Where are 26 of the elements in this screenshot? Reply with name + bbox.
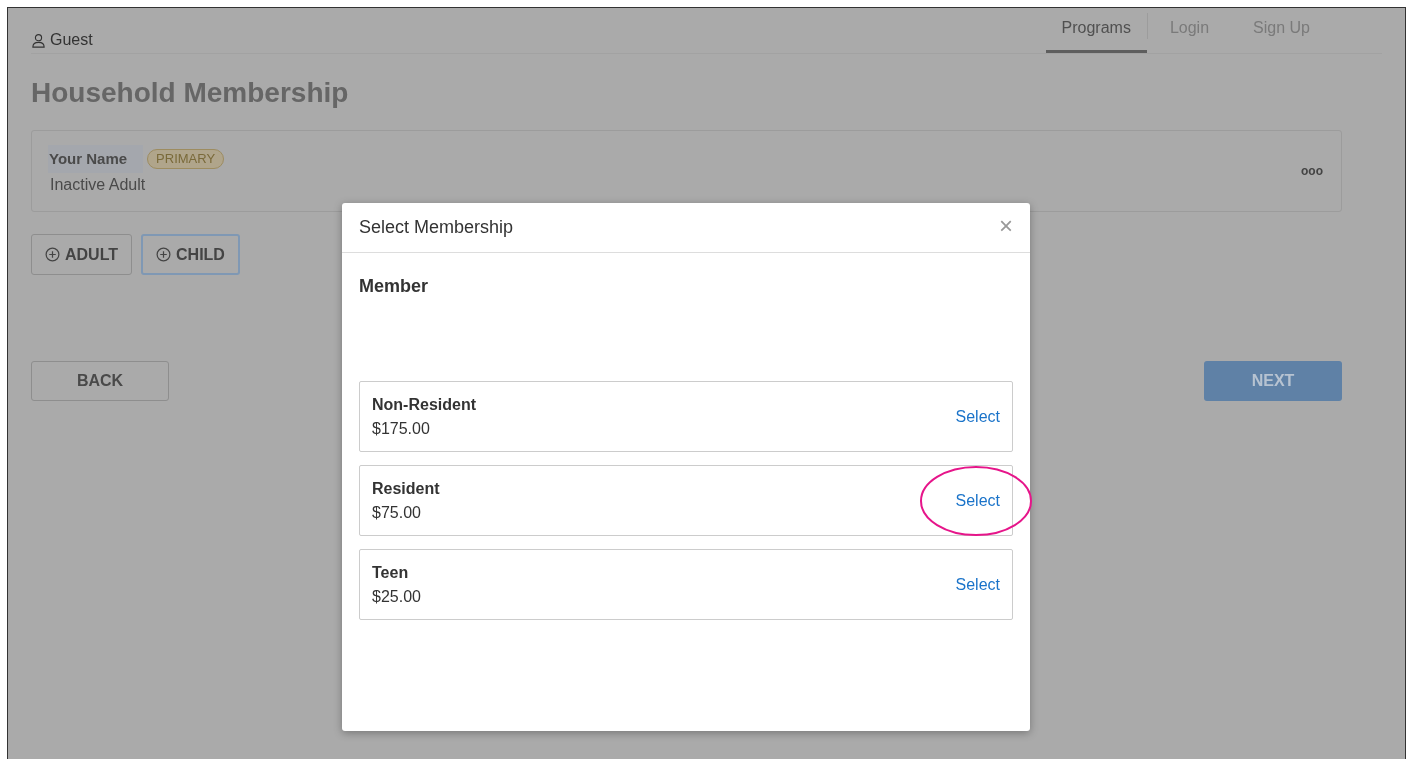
section-heading: Member — [358, 275, 430, 298]
nav-tab[interactable]: Programs — [1045, 16, 1147, 53]
select-link[interactable]: Select — [955, 488, 1000, 513]
plus-circle-icon — [45, 247, 60, 262]
back-button[interactable]: BACK — [31, 361, 169, 401]
option-name: Teen — [372, 562, 410, 583]
page-title: Household Membership — [31, 76, 350, 110]
user-label: Guest — [50, 30, 93, 50]
member-name: Your Name — [48, 144, 144, 174]
user-icon — [31, 32, 46, 48]
select-link[interactable]: Select — [955, 572, 1000, 597]
option-name: Non-Resident — [372, 394, 476, 415]
add-member-button[interactable]: CHILD — [141, 234, 240, 275]
member-status: Inactive Adult — [50, 175, 147, 196]
plus-circle-icon — [156, 247, 172, 262]
option-price: $75.00 — [372, 502, 422, 523]
close-button[interactable]: × — [999, 213, 1013, 238]
select-link[interactable]: Select — [955, 404, 1000, 429]
option-price: $25.00 — [372, 586, 421, 607]
next-button[interactable]: NEXT — [1204, 361, 1342, 401]
option-name: Resident — [372, 478, 440, 499]
add-member-button[interactable]: ADULT — [31, 234, 133, 275]
more-button[interactable]: ooo — [1301, 165, 1323, 177]
option-price: $175.00 — [372, 418, 431, 439]
modal-title: Select Membership — [359, 216, 514, 239]
primary-badge: PRIMARY — [147, 149, 225, 169]
